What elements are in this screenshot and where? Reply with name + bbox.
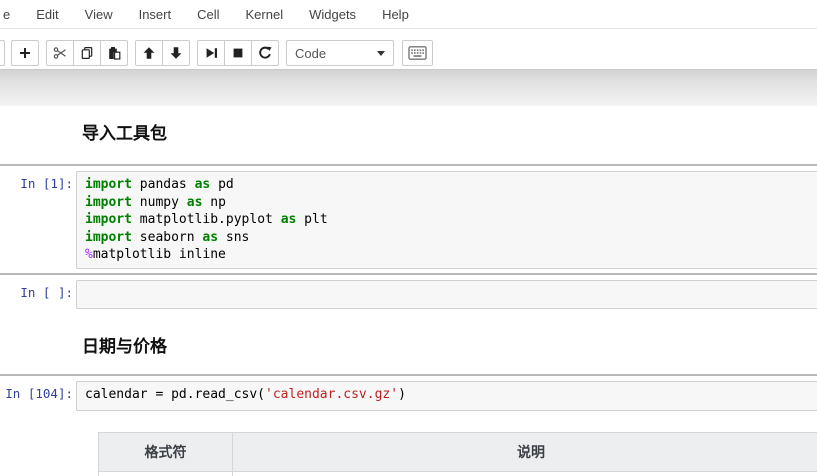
menu-item-widgets[interactable]: Widgets bbox=[309, 7, 356, 22]
markdown-heading-imports: 导入工具包 bbox=[82, 124, 817, 144]
keyboard-icon bbox=[408, 46, 427, 60]
arrow-down-icon bbox=[169, 46, 183, 60]
table-cell bbox=[99, 471, 233, 476]
cell-divider bbox=[0, 374, 817, 376]
code-cell-imports: In [1]: import pandas as pdimport numpy … bbox=[0, 171, 817, 269]
input-prompt: In [1]: bbox=[0, 171, 76, 191]
restart-kernel-button[interactable] bbox=[251, 40, 279, 66]
menu-item-kernel[interactable]: Kernel bbox=[246, 7, 284, 22]
markdown-heading-dates: 日期与价格 bbox=[82, 337, 817, 357]
cell-type-value: Code bbox=[295, 46, 377, 61]
command-palette-button[interactable] bbox=[402, 40, 433, 66]
cut-cells-button[interactable] bbox=[46, 40, 74, 66]
copy-cells-button[interactable] bbox=[73, 40, 101, 66]
notebook-container: 导入工具包 In [1]: import pandas as pdimport … bbox=[0, 124, 817, 476]
menu-item-edit[interactable]: Edit bbox=[36, 7, 58, 22]
cell-divider bbox=[0, 164, 817, 166]
code-cell-empty: In [ ]: bbox=[0, 280, 817, 310]
plus-icon bbox=[18, 46, 32, 60]
table-header-format-specifier: 格式符 bbox=[99, 432, 233, 471]
cell-divider bbox=[0, 273, 817, 275]
table-header-row: 格式符 说明 bbox=[99, 432, 817, 471]
code-cell-calendar: In [104]: calendar = pd.read_csv('calend… bbox=[0, 381, 817, 411]
menu-bar: e Edit View Insert Cell Kernel Widgets H… bbox=[0, 0, 817, 29]
scissors-icon bbox=[53, 46, 67, 60]
interrupt-kernel-button[interactable] bbox=[224, 40, 252, 66]
chevron-down-icon bbox=[377, 51, 385, 56]
step-forward-icon bbox=[204, 46, 218, 60]
move-cell-down-button[interactable] bbox=[162, 40, 190, 66]
restart-icon bbox=[258, 46, 272, 60]
table-header-description: 说明 bbox=[233, 432, 817, 471]
code-input-empty[interactable] bbox=[76, 280, 817, 310]
menu-item-help[interactable]: Help bbox=[382, 7, 409, 22]
menu-item-file-partial[interactable]: e bbox=[3, 7, 10, 22]
cell-type-select[interactable]: Code bbox=[286, 40, 394, 66]
save-button-partial[interactable] bbox=[0, 40, 5, 66]
add-cell-button[interactable] bbox=[11, 40, 39, 66]
notebook-toolbar: Code bbox=[0, 29, 817, 70]
menu-item-insert[interactable]: Insert bbox=[139, 7, 172, 22]
code-input-imports[interactable]: import pandas as pdimport numpy as npimp… bbox=[76, 171, 817, 269]
paste-cells-button[interactable] bbox=[100, 40, 128, 66]
move-cell-up-button[interactable] bbox=[135, 40, 163, 66]
code-input-calendar[interactable]: calendar = pd.read_csv('calendar.csv.gz'… bbox=[76, 381, 817, 411]
menu-item-cell[interactable]: Cell bbox=[197, 7, 219, 22]
input-prompt: In [ ]: bbox=[0, 280, 76, 300]
header-shadow-band bbox=[0, 70, 817, 106]
copy-icon bbox=[80, 46, 94, 60]
output-table: 格式符 说明 bbox=[98, 432, 817, 476]
input-prompt: In [104]: bbox=[0, 381, 76, 401]
stop-icon bbox=[231, 46, 245, 60]
table-row-partial bbox=[99, 471, 817, 476]
paste-icon bbox=[107, 46, 121, 60]
run-cell-button[interactable] bbox=[197, 40, 225, 66]
table-cell bbox=[233, 471, 817, 476]
arrow-up-icon bbox=[142, 46, 156, 60]
menu-item-view[interactable]: View bbox=[85, 7, 113, 22]
